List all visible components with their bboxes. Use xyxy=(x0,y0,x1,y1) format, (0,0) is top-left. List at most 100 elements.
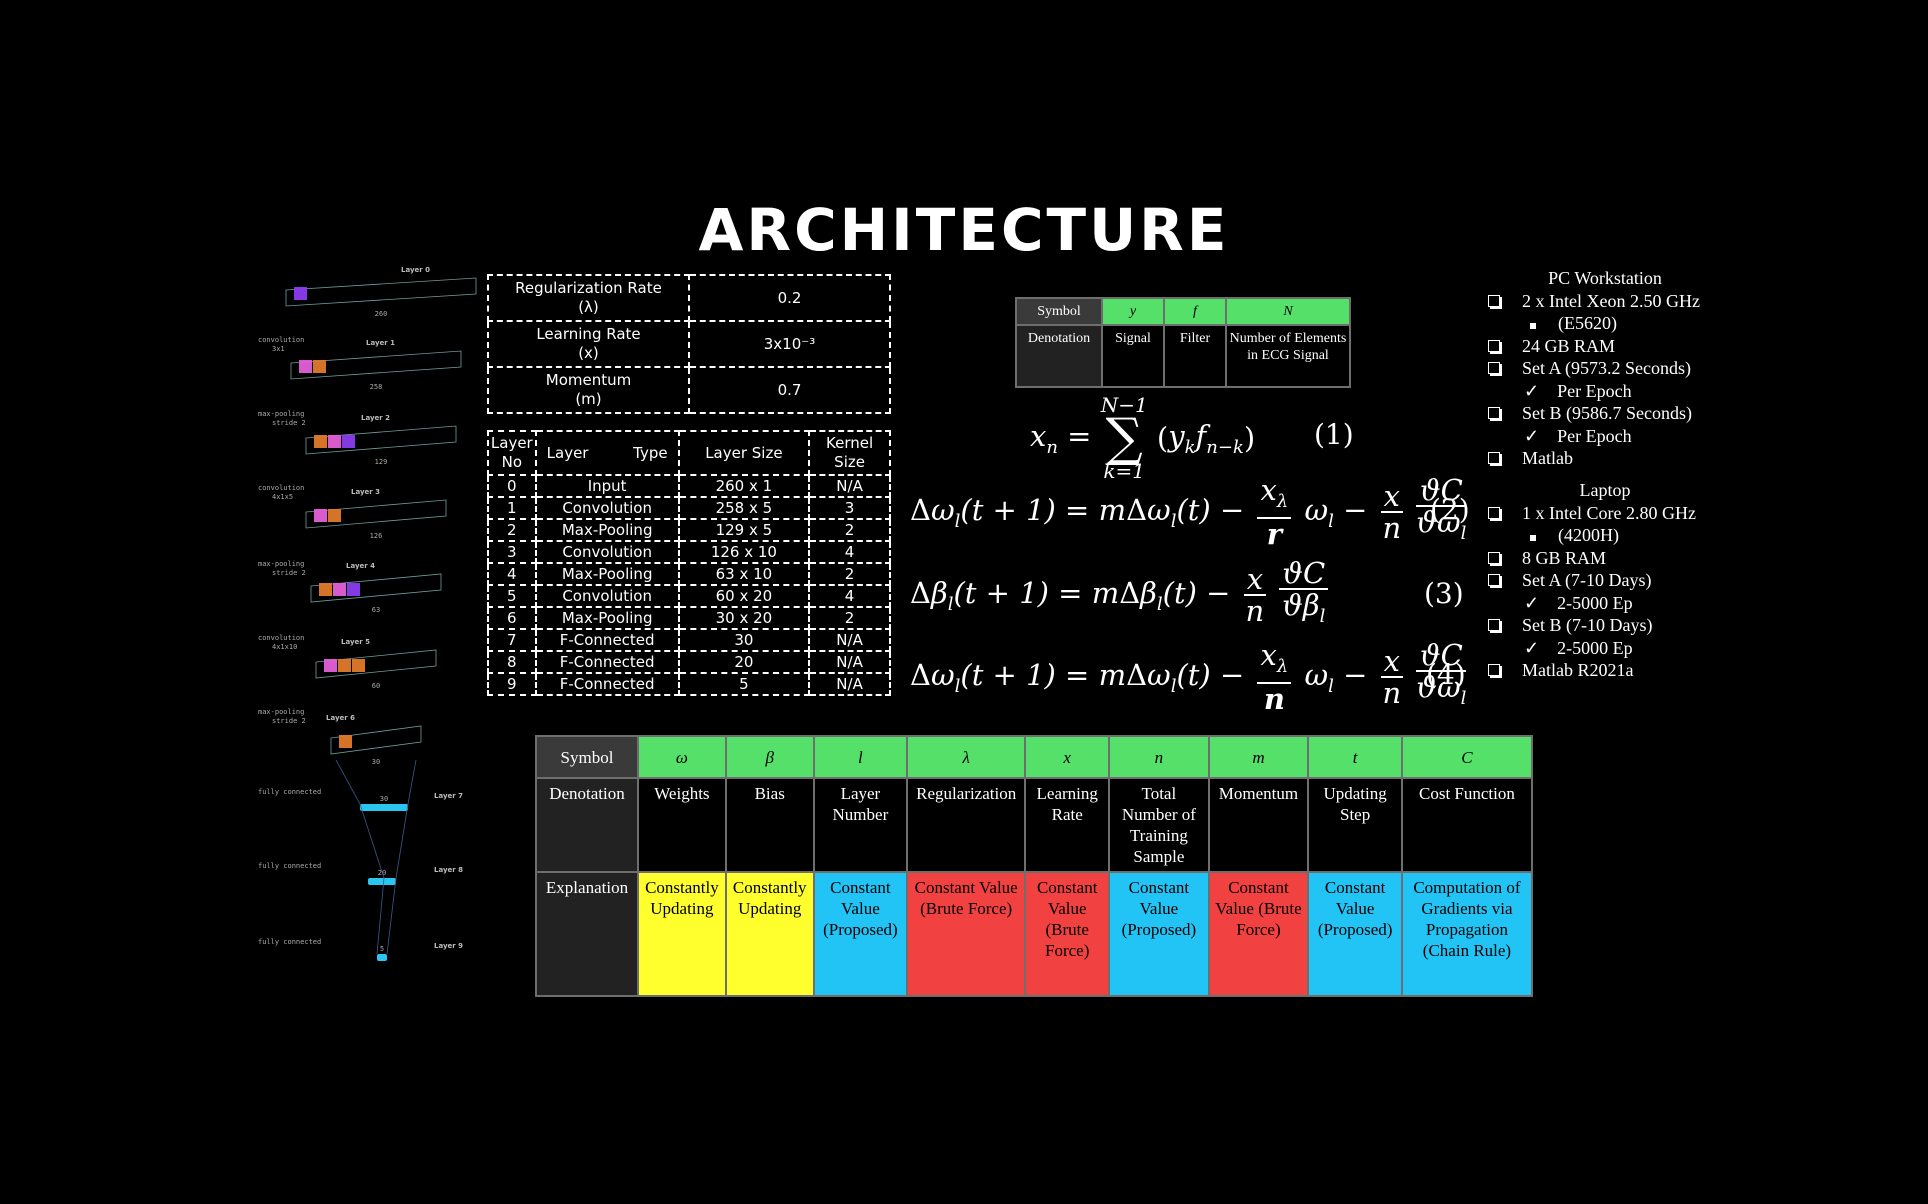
hyperparameter-name: Regularization Rate (λ) xyxy=(487,274,690,322)
param-explanation-row-label: Explanation xyxy=(535,871,639,997)
kernel-size-cell: 4 xyxy=(808,540,891,564)
feature-map-block xyxy=(333,583,346,596)
layer-size-label: 258 xyxy=(370,383,383,391)
layer-size-label: 63 xyxy=(372,606,380,614)
pc-heading: PC Workstation xyxy=(1548,268,1662,288)
feature-map-block xyxy=(338,659,351,672)
checkbox-bullet-icon xyxy=(1488,664,1500,676)
param-denotation-row-label: Denotation xyxy=(535,777,639,873)
operation-label: convolution xyxy=(258,484,304,492)
param-explanation-row-cell: Constant Value (Brute Force) xyxy=(1207,871,1310,997)
layer-label: Layer 6 xyxy=(326,714,355,722)
param-denotation-row-cell: Layer Number xyxy=(812,777,909,873)
pc-spec-item: 24 GB RAM xyxy=(1480,335,1730,358)
spec-text: 8 GB RAM xyxy=(1522,547,1607,568)
equation-weight-update-1: Δωl(t + 1) = mΔωl(t) − xλ r ωl − xn ϑC ϑωl xyxy=(910,473,1467,551)
spec-text: Set B (9586.7 Seconds) xyxy=(1522,403,1692,423)
layer-size-cell: 63 x 10 xyxy=(677,562,811,586)
layer-no-cell: 5 xyxy=(487,584,537,608)
operation-label: fully connected xyxy=(258,938,321,946)
layer-row: 1 Convolution 258 x 53 xyxy=(487,496,891,520)
layer-no-cell: 4 xyxy=(487,562,537,586)
signal-symbol-row: Symbol y f N xyxy=(1015,297,1351,326)
fully-connected-block xyxy=(377,954,387,961)
laptop-spec-item: ✓ 2-5000 Ep xyxy=(1480,592,1730,615)
layer-type-cell: F-Connected xyxy=(534,628,680,652)
layer-label: Layer 5 xyxy=(341,638,370,646)
checkbox-bullet-icon xyxy=(1488,551,1500,564)
operation-detail: 4x1x5 xyxy=(272,493,293,501)
layer-row: 7 F-Connected 30 N/A xyxy=(487,628,891,652)
kernel-size-cell: 4 xyxy=(808,584,891,608)
spec-text: Set B (7-10 Days) xyxy=(1522,615,1653,635)
param-explanation-row-cell: Constantly Updating xyxy=(724,871,815,997)
hyperparameter-value: 0.7 xyxy=(688,366,891,414)
checkbox-bullet-icon xyxy=(1488,294,1500,307)
header-layer-size: Layer Size xyxy=(677,430,811,476)
layer-no-cell: 9 xyxy=(487,672,537,696)
operation-detail: stride 2 xyxy=(272,717,306,725)
layer-label: Layer 4 xyxy=(346,562,375,570)
layer-table: Layer No Layer Type Layer Size Kernel Siz… xyxy=(487,430,891,696)
feature-map-block xyxy=(352,659,365,672)
hyperparameter-row: Learning Rate (x) 3x10⁻³ xyxy=(487,320,891,368)
layer-size-label: 30 xyxy=(380,795,388,803)
symbol-cell: y xyxy=(1101,297,1165,326)
checkbox-bullet-icon xyxy=(1488,506,1500,519)
param-symbol-row-cell: t xyxy=(1307,735,1403,779)
laptop-spec-item: 8 GB RAM xyxy=(1480,547,1730,570)
denotation-label: Denotation xyxy=(1015,324,1103,388)
param-denotation-row-cell: Updating Step xyxy=(1307,777,1403,873)
layer-row: 2 Max-Pooling 129 x 52 xyxy=(487,518,891,542)
spec-text: 2 x Intel Xeon 2.50 GHz xyxy=(1522,290,1700,311)
spec-text: 1 x Intel Core 2.80 GHz xyxy=(1522,502,1696,523)
layer-label: Layer 2 xyxy=(361,414,390,422)
denotation-cell: Signal xyxy=(1101,324,1165,388)
hyperparameter-row: Regularization Rate (λ) 0.2 xyxy=(487,274,891,322)
layer-label: Layer 7 xyxy=(434,792,463,800)
layer-no-cell: 3 xyxy=(487,540,537,564)
layer-no-cell: 7 xyxy=(487,628,537,652)
layer-label: Layer 1 xyxy=(366,339,395,347)
pc-workstation-specs: PC Workstation 2 x Intel Xeon 2.50 GHz (E… xyxy=(1480,267,1730,470)
layer-size-cell: 129 x 5 xyxy=(677,518,811,542)
spec-text: Matlab xyxy=(1522,448,1573,468)
equation-number: (2) xyxy=(1430,493,1470,526)
hyperparameter-value: 0.2 xyxy=(688,274,891,322)
equation-bias-update: Δβl(t + 1) = mΔβl(t) − xn ϑC ϑβl xyxy=(910,558,1332,632)
pc-spec-item: Set A (9573.2 Seconds) xyxy=(1480,357,1730,380)
param-symbol-row-cell: l xyxy=(812,735,909,779)
checkmark-icon: ✓ xyxy=(1524,380,1540,401)
laptop-heading: Laptop xyxy=(1579,480,1631,500)
hyperparameter-name: Momentum (m) xyxy=(487,366,690,414)
layer-size-cell: 258 x 5 xyxy=(677,496,811,520)
pc-spec-item: ✓ Per Epoch xyxy=(1480,380,1730,403)
param-explanation-row-cell: Constantly Updating xyxy=(637,871,727,997)
layer-row: 0 Input 260 x 1 N/A xyxy=(487,474,891,498)
layer-type-cell: Max-Pooling xyxy=(534,518,680,542)
layer-row: 4 Max-Pooling 63 x 10 2 xyxy=(487,562,891,586)
layer-type-cell: F-Connected xyxy=(534,650,680,674)
layer-size-label: 5 xyxy=(380,945,384,953)
checkmark-icon: ✓ xyxy=(1524,425,1540,446)
spec-text: 2-5000 Ep xyxy=(1557,637,1633,658)
layer-label: Layer 0 xyxy=(401,266,430,274)
param-symbol-row-cell: β xyxy=(724,735,815,779)
hyperparameter-name: Learning Rate (x) xyxy=(487,320,690,368)
equation-number: (3) xyxy=(1424,577,1464,610)
laptop-spec-item: (4200H) xyxy=(1480,524,1730,547)
denotation-cell: Filter xyxy=(1163,324,1227,388)
feature-map-block xyxy=(314,435,327,448)
layer-row: 5 Convolution 60 x 20 4 xyxy=(487,584,891,608)
param-explanation-row: Explanation Constantly Updating Constantly… xyxy=(535,871,1534,997)
param-explanation-row-cell: Constant Value (Brute Force) xyxy=(1024,871,1111,997)
layer-row: 9 F-Connected 5 N/A xyxy=(487,672,891,696)
square-bullet-icon xyxy=(1530,535,1536,541)
fully-connected-block xyxy=(368,878,396,885)
spec-text: 24 GB RAM xyxy=(1522,335,1616,356)
param-denotation-row-cell: Bias xyxy=(724,777,815,873)
cnn-architecture-diagram: Layer 0 260 Layer 1 258 Layer 2 129 Layer 3 126… xyxy=(258,266,477,961)
layer-type-cell: Max-Pooling xyxy=(534,606,680,630)
param-denotation-row-cell: Momentum xyxy=(1207,777,1310,873)
checkbox-bullet-icon xyxy=(1488,452,1500,464)
